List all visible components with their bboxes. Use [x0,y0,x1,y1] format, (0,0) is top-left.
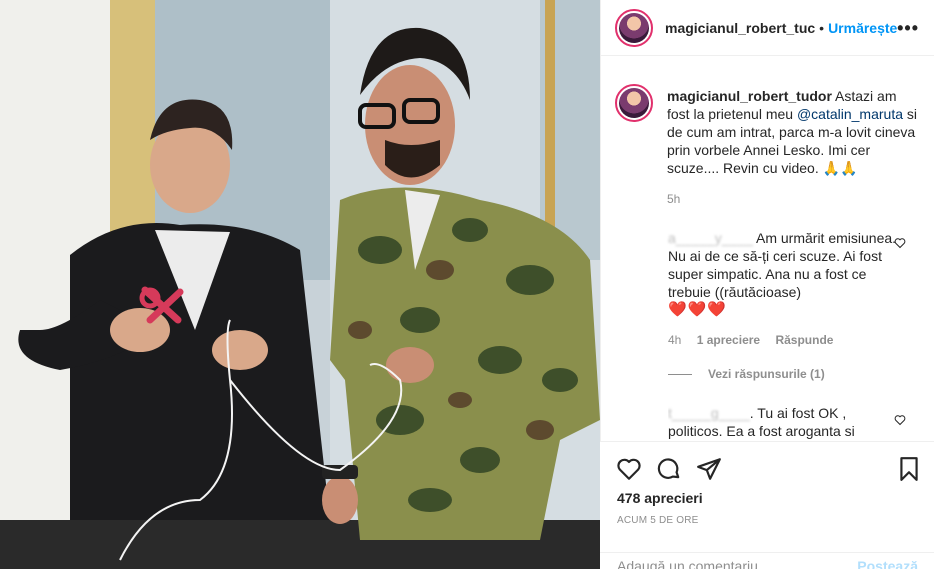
post-image-illustration [0,0,600,569]
comment-time: 4h [668,333,682,347]
author-username[interactable]: magicianul_robert_tuc [665,20,815,36]
comment-icon[interactable] [656,456,682,482]
caption-text: magicianul_robert_tudor Astazi am fost l… [667,87,921,177]
caption-avatar[interactable] [615,84,653,122]
likes-count[interactable]: 478 aprecieri [617,490,703,506]
post-comment-button[interactable]: Postează [857,558,918,569]
caption-timestamp: 5h [667,192,681,206]
view-replies-button[interactable]: Vezi răspunsurile (1) [668,367,825,381]
comment-item: a_____y____ Am urmărit emisiunea. Nu ai … [668,229,898,319]
comment-likes[interactable]: 1 apreciere [697,333,760,347]
comment-item: t_____g____. Tu ai fost OK , politicos. … [668,404,898,440]
add-comment-bar: Adaugă un comentariu... Postează [600,552,934,569]
post-header: magicianul_robert_tuc • Urmărește ••• [601,0,934,56]
add-comment-input[interactable]: Adaugă un comentariu... [617,558,770,569]
reply-button[interactable]: Răspunde [775,333,833,347]
comment-author[interactable]: t_____g____ [668,405,750,421]
post-photo[interactable] [0,0,600,569]
post-time-ago: ACUM 5 DE ORE [617,515,699,526]
bookmark-icon[interactable] [896,456,922,482]
author-avatar[interactable] [615,8,653,47]
comment-hearts: ❤️❤️❤️ [668,301,728,318]
caption-mention[interactable]: @catalin_maruta [797,106,903,122]
comment-author[interactable]: a_____y____ [668,230,753,246]
comment-meta: 4h 1 apreciere Răspunde [668,333,833,347]
caption-username[interactable]: magicianul_robert_tudor [667,88,832,104]
post-actions: 478 aprecieri ACUM 5 DE ORE Adaugă un co… [600,441,934,569]
heart-icon[interactable] [616,456,642,482]
share-icon[interactable] [696,456,722,482]
separator-dot: • [819,19,825,36]
follow-button[interactable]: Urmărește [828,20,897,36]
comment-like-icon[interactable] [894,237,906,249]
comment-like-icon[interactable] [894,414,906,426]
more-icon[interactable]: ••• [897,18,919,39]
